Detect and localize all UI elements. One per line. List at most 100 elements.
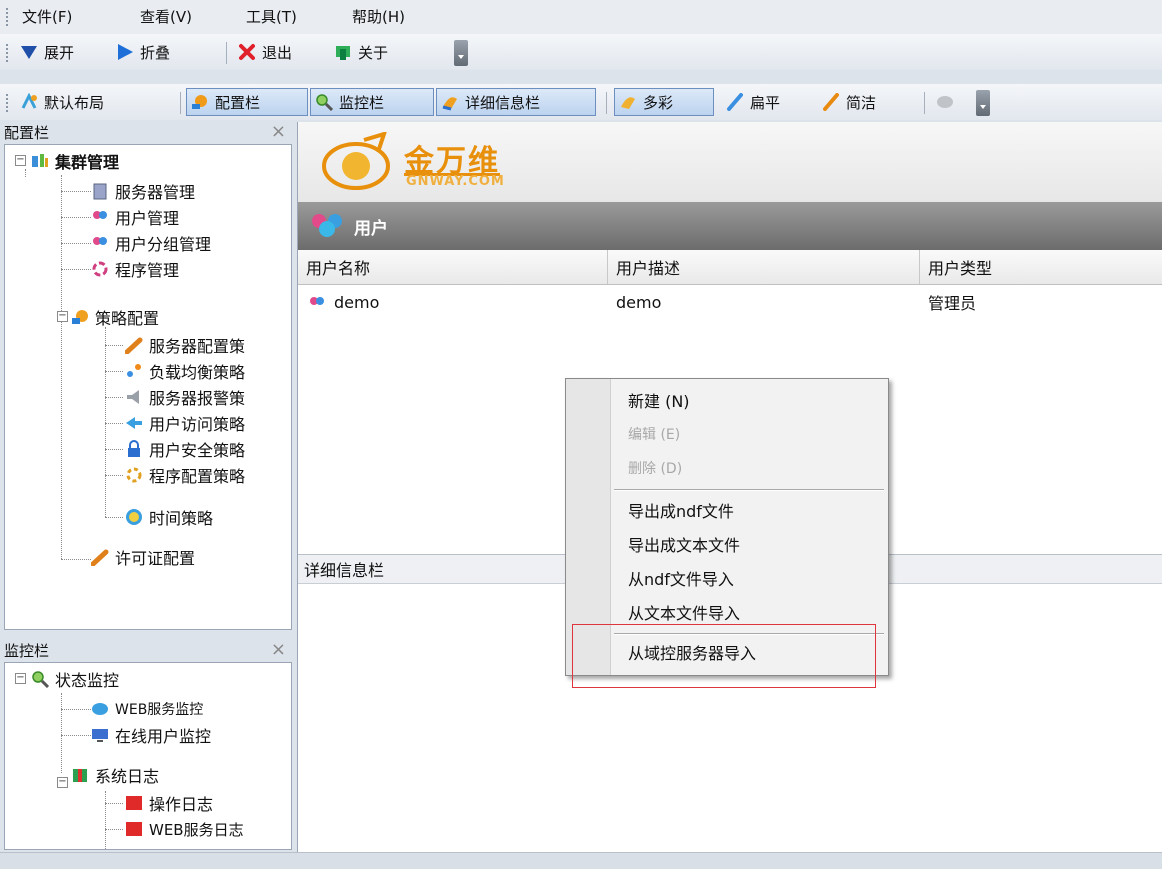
menu-item-new[interactable]: 新建 (N) bbox=[628, 383, 690, 417]
default-layout-button[interactable]: 默认布局 bbox=[16, 88, 108, 116]
expand-label: 展开 bbox=[44, 43, 75, 62]
layout-toolbar: 默认布局 配置栏 监控栏 详细信息栏 多彩 扁平 简洁 bbox=[0, 84, 1162, 120]
monitor-magnifier-icon bbox=[316, 94, 333, 111]
triangle-right-icon bbox=[118, 44, 133, 60]
detail-bar-label: 详细信息栏 bbox=[465, 93, 541, 112]
tree-item-operation-log[interactable]: 操作日志 bbox=[125, 791, 213, 815]
expand-button[interactable]: 展开 bbox=[16, 38, 78, 66]
menu-item-export-ndf[interactable]: 导出成ndf文件 bbox=[628, 493, 734, 527]
menubar-grip[interactable] bbox=[6, 8, 11, 26]
tree-item-server-policy[interactable]: 服务器配置策 bbox=[125, 333, 245, 357]
toolbar-grip[interactable] bbox=[6, 94, 11, 112]
monitor-bar-toggle[interactable]: 监控栏 bbox=[310, 88, 434, 116]
column-user-type[interactable]: 用户类型 bbox=[920, 250, 1162, 284]
close-icon[interactable]: × bbox=[271, 121, 286, 142]
cell-user-type: 管理员 bbox=[928, 294, 977, 313]
exit-button[interactable]: 退出 bbox=[234, 38, 296, 66]
tree-item-user-mgmt[interactable]: 用户管理 bbox=[91, 205, 179, 229]
column-user-description[interactable]: 用户描述 bbox=[608, 250, 920, 284]
monitor-screen-icon bbox=[92, 729, 108, 742]
menu-separator bbox=[614, 489, 884, 491]
table-row[interactable]: demo demo 管理员 bbox=[298, 288, 1162, 318]
menu-file[interactable]: 文件(F) bbox=[22, 6, 72, 27]
user-icon bbox=[310, 297, 324, 305]
collapse-button[interactable]: 折叠 bbox=[112, 38, 174, 66]
menu-item-import-ndf[interactable]: 从ndf文件导入 bbox=[628, 561, 734, 595]
pencil-orange-icon bbox=[823, 93, 839, 111]
program-icon bbox=[92, 261, 108, 277]
access-arrow-icon bbox=[126, 417, 142, 429]
pencil-blue-icon bbox=[727, 93, 743, 111]
tree-item-policy-config[interactable]: 策略配置 bbox=[71, 305, 159, 329]
config-bar-toggle[interactable]: 配置栏 bbox=[186, 88, 308, 116]
users-section-header: 用户 bbox=[298, 202, 1162, 250]
palette-icon bbox=[621, 97, 635, 109]
red-square-icon bbox=[126, 796, 142, 810]
cell-user-description: demo bbox=[616, 292, 662, 312]
tree-item-web-monitor[interactable]: WEB服务监控 bbox=[91, 697, 203, 721]
menu-tools[interactable]: 工具(T) bbox=[246, 6, 297, 27]
toolbar-overflow-button[interactable] bbox=[976, 90, 990, 116]
tree-item-system-log[interactable]: 系统日志 bbox=[71, 763, 159, 787]
policy-gear-icon bbox=[72, 310, 88, 324]
tree-item-program-policy[interactable]: 程序配置策略 bbox=[125, 463, 245, 487]
tree-item-group-mgmt[interactable]: 用户分组管理 bbox=[91, 231, 211, 255]
menu-item-export-text[interactable]: 导出成文本文件 bbox=[628, 527, 740, 561]
theme-simple-button[interactable]: 简洁 bbox=[818, 88, 880, 116]
config-panel-header: 配置栏 × bbox=[0, 120, 292, 144]
disabled-theme-button[interactable] bbox=[932, 88, 958, 116]
about-label: 关于 bbox=[358, 43, 389, 62]
menu-item-import-domain-controller[interactable]: 从域控服务器导入 bbox=[628, 635, 756, 669]
monitor-panel-title: 监控栏 bbox=[4, 641, 50, 660]
program-config-icon bbox=[126, 467, 142, 483]
monitor-tree: − 状态监控 WEB服务监控 在线用户监控 − 系统日志 操作日志 WEB服务日… bbox=[4, 662, 292, 850]
toolbar-separator bbox=[226, 42, 227, 64]
user-group-icon bbox=[93, 237, 107, 245]
config-icon bbox=[192, 95, 207, 109]
toolbar-grip[interactable] bbox=[6, 44, 11, 62]
menu-icon-gutter bbox=[566, 379, 611, 675]
context-menu: 新建 (N) 编辑 (E) 删除 (D) 导出成ndf文件 导出成文本文件 从n… bbox=[565, 378, 889, 676]
tree-collapse-toggle[interactable]: − bbox=[57, 777, 68, 788]
tree-item-server-alarm[interactable]: 服务器报警策 bbox=[125, 385, 245, 409]
menu-view[interactable]: 查看(V) bbox=[140, 6, 192, 27]
menu-item-edit[interactable]: 编辑 (E) bbox=[628, 417, 680, 451]
server-icon bbox=[93, 183, 107, 200]
theme-colorful-button[interactable]: 多彩 bbox=[614, 88, 714, 116]
logo-area: 金万维 GNWAY.COM bbox=[298, 122, 1162, 203]
config-panel-title: 配置栏 bbox=[4, 123, 50, 142]
users-section-title: 用户 bbox=[354, 218, 388, 239]
tree-item-time-policy[interactable]: 时间策略 bbox=[125, 505, 213, 529]
toolbar-separator bbox=[606, 92, 607, 114]
magnifier-icon bbox=[32, 671, 49, 688]
tree-item-server-mgmt[interactable]: 服务器管理 bbox=[91, 179, 195, 203]
column-user-name[interactable]: 用户名称 bbox=[298, 250, 608, 284]
config-tree: − 集群管理 服务器管理 用户管理 用户分组管理 程序管理 − 策略配置 服务器… bbox=[4, 144, 292, 630]
menu-help[interactable]: 帮助(H) bbox=[352, 6, 405, 27]
tree-collapse-toggle[interactable]: − bbox=[57, 311, 68, 322]
menu-item-delete[interactable]: 删除 (D) bbox=[628, 451, 682, 485]
layout-icon bbox=[21, 93, 37, 109]
tree-item-license[interactable]: 许可证配置 bbox=[91, 545, 195, 569]
red-square-icon bbox=[126, 822, 142, 836]
theme-flat-button[interactable]: 扁平 bbox=[722, 88, 784, 116]
about-button[interactable]: 关于 bbox=[330, 38, 392, 66]
tree-collapse-toggle[interactable]: − bbox=[15, 673, 26, 684]
toolbar-overflow-button[interactable] bbox=[454, 40, 468, 66]
tree-item-load-balance[interactable]: 负载均衡策略 bbox=[125, 359, 245, 383]
tree-item-user-access[interactable]: 用户访问策略 bbox=[125, 411, 245, 435]
tree-item-online-users[interactable]: 在线用户监控 bbox=[91, 723, 211, 747]
main-toolbar: 展开 折叠 退出 关于 bbox=[0, 34, 1162, 70]
close-icon[interactable]: × bbox=[271, 639, 286, 660]
menu-item-import-text[interactable]: 从文本文件导入 bbox=[628, 595, 740, 629]
theme-flat-label: 扁平 bbox=[750, 93, 781, 112]
tree-item-status-monitor[interactable]: 状态监控 bbox=[31, 667, 119, 691]
detail-bar-toggle[interactable]: 详细信息栏 bbox=[436, 88, 596, 116]
collapse-label: 折叠 bbox=[140, 43, 171, 62]
tree-collapse-toggle[interactable]: − bbox=[15, 155, 26, 166]
tree-item-user-security[interactable]: 用户安全策略 bbox=[125, 437, 245, 461]
detail-icon bbox=[442, 97, 457, 111]
tree-item-web-log[interactable]: WEB服务日志 bbox=[125, 817, 244, 841]
tree-item-program-mgmt[interactable]: 程序管理 bbox=[91, 257, 179, 281]
tree-item-cluster[interactable]: 集群管理 bbox=[31, 149, 119, 173]
